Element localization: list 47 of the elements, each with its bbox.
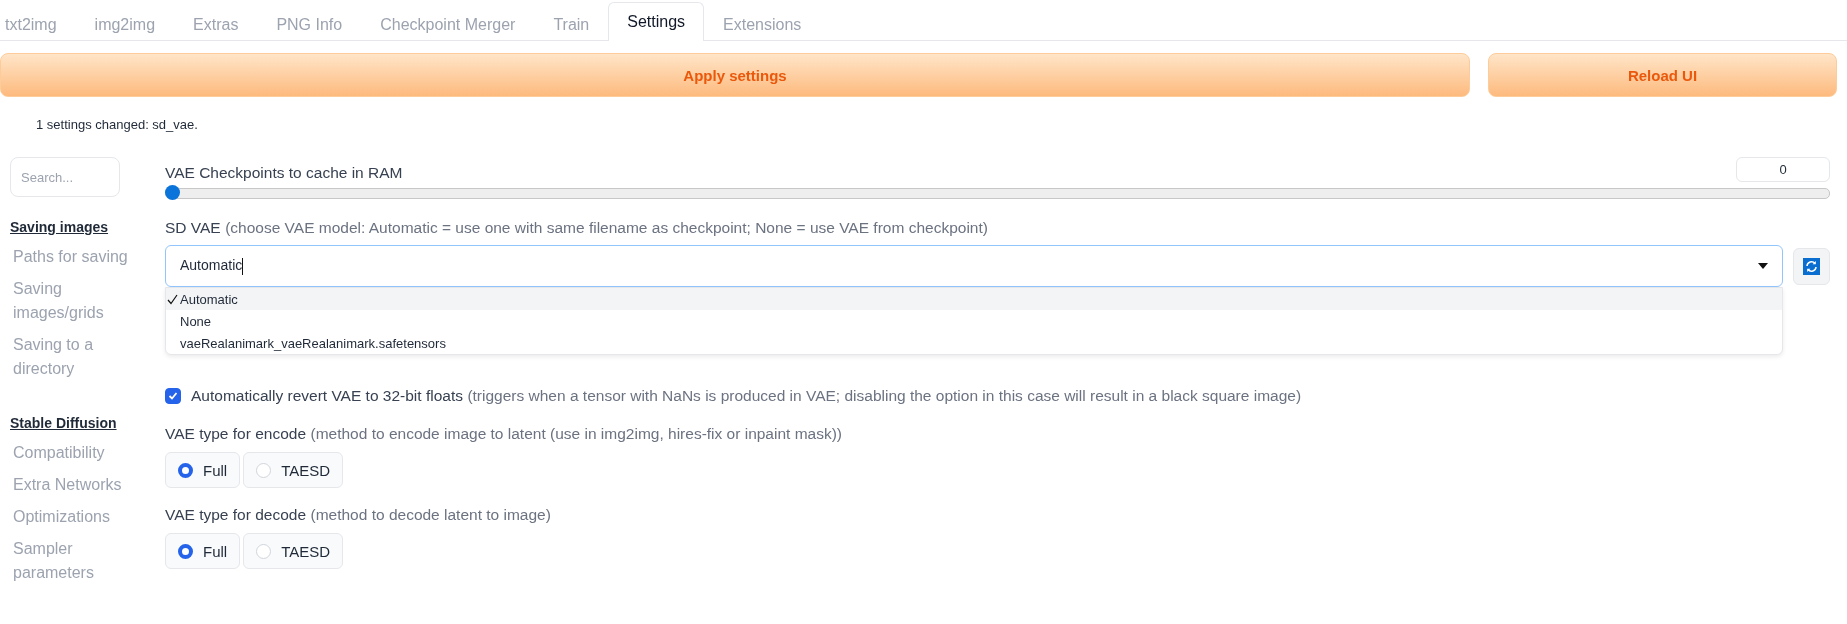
check-icon <box>167 293 178 305</box>
setting-label: Automatically revert VAE to 32-bit floats <box>191 387 463 404</box>
setting-hint: (choose VAE model: Automatic = use one with same filename as checkpoint; None = use VAE from checkpoint) <box>225 219 988 236</box>
radio-option[interactable]: TAESD <box>243 533 344 569</box>
radio-option[interactable]: Full <box>165 533 241 569</box>
setting-label: SD VAE <box>165 219 221 236</box>
action-button[interactable]: Apply settings <box>0 53 1470 97</box>
sidebar-link[interactable]: Sampler parameters <box>10 533 133 589</box>
setting-hint: (method to decode latent to image) <box>310 506 551 523</box>
dropdown-option[interactable]: Automatic <box>166 288 1782 310</box>
sidebar-link[interactable]: Saving to a directory <box>10 329 133 385</box>
dropdown-field[interactable]: Automatic <box>165 245 1783 287</box>
checkbox[interactable] <box>165 388 181 404</box>
radio-option[interactable]: Full <box>165 452 241 488</box>
dropdown-option[interactable]: None <box>166 310 1782 332</box>
setting-label: VAE type for decode <box>165 506 307 523</box>
search-field[interactable]: Search... <box>10 157 120 197</box>
tab[interactable]: PNG Info <box>257 7 362 41</box>
sidebar-link[interactable]: Paths for saving <box>10 241 133 273</box>
setting-hint: (triggers when a tensor with NaNs is produced in VAE; disabling the option in this case will result in a black square image) <box>467 387 1302 404</box>
setting-label: VAE type for encode <box>165 425 307 442</box>
sidebar-link[interactable]: Optimizations <box>10 501 133 533</box>
radio-option[interactable]: TAESD <box>243 452 344 488</box>
dropdown-option[interactable]: vaeRealanimark_vaeRealanimark.safetensors <box>166 332 1782 354</box>
section-link[interactable]: Stable Diffusion <box>10 415 150 431</box>
slider-thumb[interactable] <box>165 185 180 200</box>
refresh-icon <box>1803 257 1820 275</box>
sidebar-link[interactable]: Compatibility <box>10 437 133 469</box>
tab[interactable]: Checkpoint Merger <box>361 7 535 41</box>
setting-hint: (method to encode image to latent (use in img2img, hires-fix or inpaint mask)) <box>310 425 843 442</box>
sidebar-link[interactable]: Saving images/grids <box>10 273 133 329</box>
action-button[interactable]: Reload UI <box>1488 53 1837 97</box>
tab[interactable]: Settings <box>608 2 705 41</box>
check-icon <box>168 391 178 401</box>
tab[interactable]: Extensions <box>704 7 821 41</box>
tab[interactable]: Train <box>534 7 609 41</box>
tab[interactable]: img2img <box>75 7 175 41</box>
tab[interactable]: Extras <box>174 7 258 41</box>
section-link[interactable]: Saving images <box>10 219 150 235</box>
sidebar-link[interactable]: Extra Networks <box>10 469 133 501</box>
setting-label: VAE Checkpoints to cache in RAM <box>165 164 403 182</box>
number-field[interactable]: 0 <box>1736 157 1830 182</box>
caret-icon <box>1758 263 1768 269</box>
tab[interactable]: txt2img <box>0 7 76 41</box>
status-message: 1 settings changed: sd_vae. <box>35 116 199 134</box>
refresh-button[interactable] <box>1793 247 1830 285</box>
slider-track[interactable] <box>165 188 1830 199</box>
